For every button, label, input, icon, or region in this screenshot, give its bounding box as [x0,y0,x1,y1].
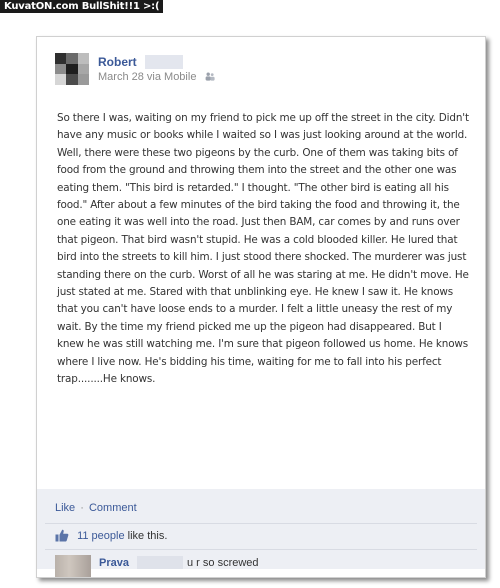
likes-summary: 11 people like this. [55,529,167,542]
author-name-redaction [145,55,183,69]
author-name[interactable]: Robert [98,55,137,69]
likes-count-link[interactable]: 11 people [77,530,125,542]
footer-divider [45,523,477,524]
likes-suffix: like this. [127,530,168,542]
post-date[interactable]: March 28 via Mobile [98,71,196,83]
action-separator: · [80,502,84,514]
comment-text: u r so screwed [187,557,259,569]
thumbs-up-icon [55,529,69,542]
commenter-name[interactable]: Prava [99,557,129,569]
like-link[interactable]: Like [55,502,75,514]
post-actions: Like · Comment [55,502,137,514]
post-meta: March 28 via Mobile [98,71,215,83]
comments-divider [45,549,477,550]
post-body: So there I was, waiting on my friend to … [57,112,469,386]
friends-icon [205,72,215,81]
author-avatar[interactable] [55,53,89,85]
commenter-name-redaction [137,556,183,569]
commenter-avatar[interactable] [55,555,91,577]
comment-link[interactable]: Comment [89,502,137,514]
facebook-post: Robert March 28 via Mobile So there I wa… [36,36,486,578]
watermark-text: KuvatON.com BullShit!!1 >:( [0,0,164,13]
